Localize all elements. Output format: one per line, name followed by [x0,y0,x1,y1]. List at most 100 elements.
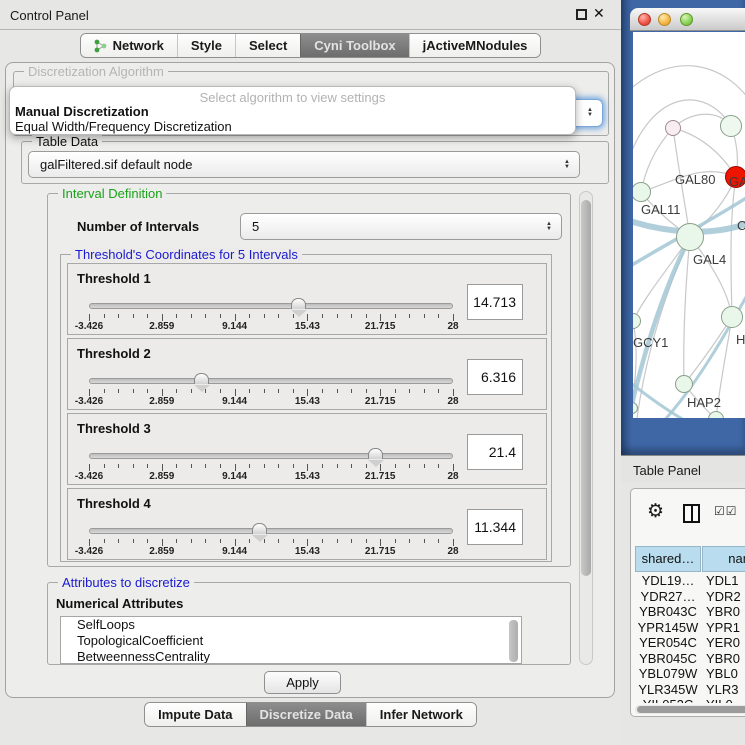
table-data-combobox[interactable]: galFiltered.sif default node ▲ ▼ [28,151,580,178]
network-node[interactable] [665,120,681,136]
apply-button[interactable]: Apply [264,671,341,694]
close-traffic-light-icon[interactable] [638,13,651,26]
tab-network[interactable]: Network [81,34,177,57]
slider-thumb[interactable] [291,298,306,309]
top-tab-bar: Network Style Select Cyni Toolbox jActiv… [0,33,621,58]
tick-mark [118,389,119,393]
cell-name[interactable]: YBR0 [706,604,740,619]
table-row[interactable]: YBR043C YBR0 [631,604,745,620]
cell-name[interactable]: YBL0 [706,666,738,681]
float-window-icon[interactable] [576,9,587,20]
slider-thumb[interactable] [252,523,267,534]
table-row[interactable]: YIL052C YIL0 [631,697,745,703]
threshold-1-slider[interactable] [89,303,453,309]
tick-label: 21.715 [365,321,396,332]
split-table-icon[interactable] [683,504,700,523]
tick-mark [205,464,206,468]
thresholds-coordinates-group: Threshold's Coordinates for 5 Intervals … [60,254,552,562]
dropdown-item-equal-width-frequency[interactable]: Equal Width/Frequency Discretization [15,119,232,134]
tab-style[interactable]: Style [177,34,235,57]
tick-mark [424,314,425,318]
table-row[interactable]: YBL079W YBL0 [631,666,745,682]
horizontal-scrollbar[interactable] [635,705,745,714]
table-row[interactable]: YDL19… YDL1 [631,573,745,589]
table-row[interactable]: YER054C YER0 [631,635,745,651]
threshold-4-slider[interactable] [89,528,453,534]
panel-scrollbar[interactable] [579,191,593,665]
cell-shared-name[interactable]: YBR043C [635,604,701,619]
threshold-2-slider[interactable] [89,378,453,384]
dropdown-item-manual-discretization[interactable]: Manual Discretization [15,104,149,119]
tab-select[interactable]: Select [235,34,300,57]
network-window-titlebar[interactable] [630,8,745,31]
tab-cyni-toolbox[interactable]: Cyni Toolbox [300,34,408,57]
slider-thumb[interactable] [194,373,209,384]
slider-thumb[interactable] [368,448,383,459]
network-node[interactable] [721,306,743,328]
numerical-attributes-list[interactable]: SelfLoopsTopologicalCoefficientBetweenne… [60,616,522,664]
threshold-3-slider[interactable] [89,453,453,459]
column-header-shared-name[interactable]: shared… [635,546,701,572]
gear-icon[interactable]: ⚙ [647,500,664,523]
column-header-name[interactable]: name [702,546,745,572]
threshold-1-panel: Threshold 1 -3.4262.8599.14415.4321.7152… [67,263,547,335]
slider-ticks [89,464,453,471]
tick-mark [89,464,90,471]
zoom-traffic-light-icon[interactable] [680,13,693,26]
tick-mark [205,389,206,393]
table-row[interactable]: YPR145W YPR1 [631,620,745,636]
right-panel: GAL80GACYGAL11GAL4GCY1HAHAP2 Table Panel… [621,0,745,745]
minimize-traffic-light-icon[interactable] [658,13,671,26]
table-row[interactable]: YLR345W YLR3 [631,682,745,698]
tick-mark [235,464,236,471]
cell-name[interactable]: YDR2 [706,589,741,604]
cell-name[interactable]: YDL1 [706,573,739,588]
close-icon[interactable]: ✕ [593,5,605,22]
cell-shared-name[interactable]: YBR045C [635,651,701,666]
tick-mark [264,539,265,543]
cell-name[interactable]: YPR1 [706,620,740,635]
threshold-2-value[interactable]: 6.316 [467,359,523,395]
cell-name[interactable]: YIL0 [706,697,733,703]
table-row[interactable]: YDR27… YDR2 [631,589,745,605]
cell-shared-name[interactable]: YDR27… [635,589,701,604]
tick-label: -3.426 [75,396,103,407]
tick-mark [147,464,148,468]
algorithm-combobox[interactable]: ▲ ▼ [572,99,603,127]
tick-mark [133,389,134,393]
threshold-1-value[interactable]: 14.713 [467,284,523,320]
attribute-item[interactable]: BetweennessCentrality [61,649,521,664]
cell-shared-name[interactable]: YLR345W [635,682,701,697]
list-scrollbar[interactable] [509,620,518,662]
tab-impute-data[interactable]: Impute Data [145,703,245,726]
network-node[interactable] [720,115,742,137]
cell-name[interactable]: YER0 [706,635,740,650]
tab-infer-network[interactable]: Infer Network [366,703,476,726]
network-node[interactable] [675,375,693,393]
threshold-3-value[interactable]: 21.4 [467,434,523,470]
select-columns-icon[interactable]: ☑☑ [714,504,738,518]
horizontal-scrollbar-thumb[interactable] [637,706,745,713]
network-node[interactable] [676,223,704,251]
panel-scrollbar-thumb[interactable] [581,200,591,576]
tick-label: 15.43 [295,471,320,482]
network-canvas[interactable]: GAL80GACYGAL11GAL4GCY1HAHAP2 [633,32,745,418]
threshold-4-value[interactable]: 11.344 [467,509,523,545]
table-row[interactable]: YBR045C YBR0 [631,651,745,667]
number-of-intervals-combobox[interactable]: 5 ▲ ▼ [240,213,562,240]
cell-shared-name[interactable]: YPR145W [635,620,701,635]
attribute-item[interactable]: TopologicalCoefficient [61,633,521,649]
tab-discretize-data[interactable]: Discretize Data [246,703,366,726]
cell-shared-name[interactable]: YIL052C [635,697,701,703]
cell-name[interactable]: YBR0 [706,651,740,666]
cell-shared-name[interactable]: YBL079W [635,666,701,681]
tab-discretize-data-label: Discretize Data [260,707,353,722]
cell-shared-name[interactable]: YER054C [635,635,701,650]
cell-name[interactable]: YLR3 [706,682,739,697]
attribute-item[interactable]: SelfLoops [61,617,521,633]
tick-mark [366,314,367,318]
cell-shared-name[interactable]: YDL19… [635,573,701,588]
tick-mark [278,539,279,543]
tick-mark [351,314,352,318]
tab-jactivemnodules[interactable]: jActiveMNodules [409,34,541,57]
